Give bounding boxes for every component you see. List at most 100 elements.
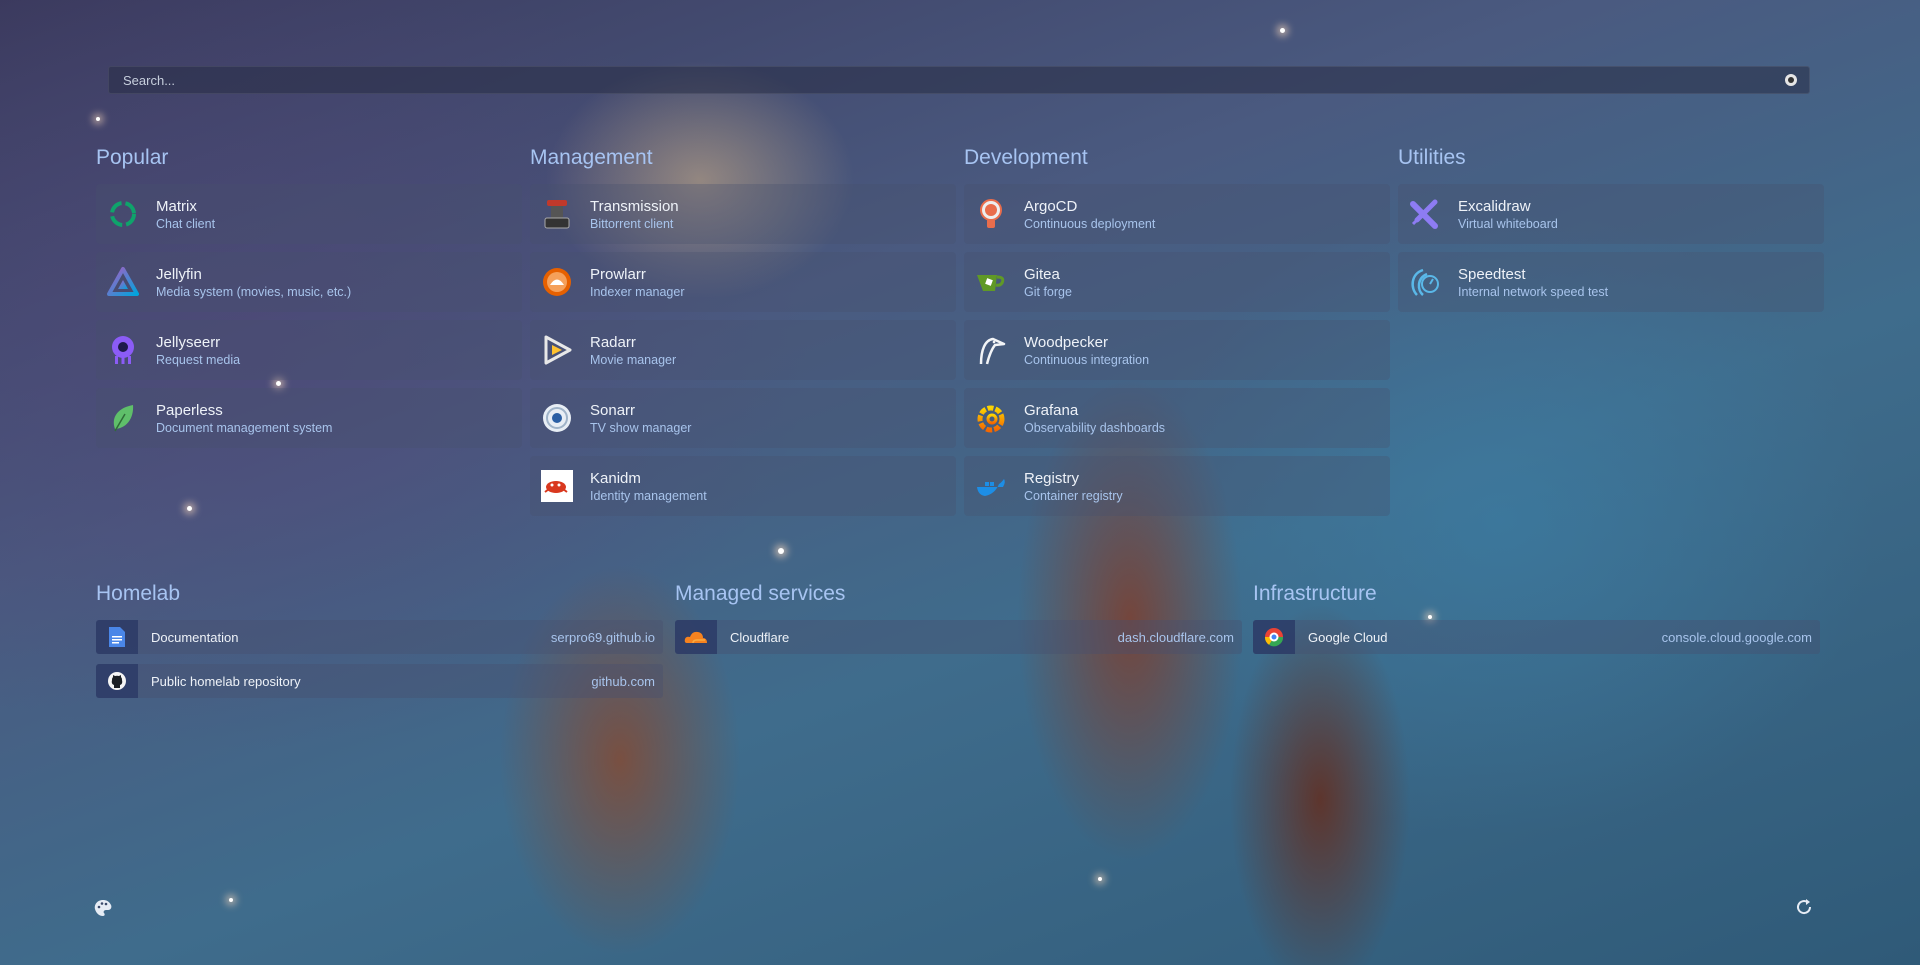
background-star <box>778 548 784 554</box>
service-name: Jellyseerr <box>156 333 221 351</box>
jellyseerr-icon <box>106 333 140 367</box>
service-name: Prowlarr <box>590 265 646 283</box>
prowlarr-icon <box>540 265 574 299</box>
palette-icon[interactable] <box>93 898 113 918</box>
group-title: Managed services <box>675 582 846 605</box>
service-description: Virtual whiteboard <box>1458 216 1558 231</box>
background-star <box>96 117 100 121</box>
service-description: Continuous deployment <box>1024 216 1156 231</box>
transmission-icon <box>540 197 574 231</box>
speedtest-icon <box>1408 265 1442 299</box>
service-name: Matrix <box>156 197 197 215</box>
service-grafana[interactable]: Grafana Observability dashboards <box>964 388 1390 448</box>
docker-registry-icon <box>974 469 1008 503</box>
service-transmission[interactable]: Transmission Bittorrent client <box>530 184 956 244</box>
service-registry[interactable]: Registry Container registry <box>964 456 1390 516</box>
woodpecker-icon <box>974 333 1008 367</box>
group-utilities: Utilities Excalidraw Virtual whiteboard … <box>1398 146 1824 320</box>
service-description: TV show manager <box>590 420 692 435</box>
service-description: Document management system <box>156 420 333 435</box>
sonarr-icon <box>540 401 574 435</box>
refresh-icon[interactable] <box>1794 897 1814 917</box>
bookmark-label: Cloudflare <box>730 629 790 645</box>
service-name: ArgoCD <box>1024 197 1078 215</box>
service-gitea[interactable]: Gitea Git forge <box>964 252 1390 312</box>
argocd-icon <box>974 197 1008 231</box>
service-kanidm[interactable]: Kanidm Identity management <box>530 456 956 516</box>
service-name: Sonarr <box>590 401 636 419</box>
service-excalidraw[interactable]: Excalidraw Virtual whiteboard <box>1398 184 1824 244</box>
service-description: Identity management <box>590 488 707 503</box>
service-description: Continuous integration <box>1024 352 1150 367</box>
service-speedtest[interactable]: Speedtest Internal network speed test <box>1398 252 1824 312</box>
search-bar[interactable] <box>108 66 1810 94</box>
service-paperless[interactable]: Paperless Document management system <box>96 388 522 448</box>
service-name: Woodpecker <box>1024 333 1108 351</box>
bookmark-url: console.cloud.google.com <box>1661 629 1812 645</box>
bookmark-url: dash.cloudflare.com <box>1117 629 1234 645</box>
search-input[interactable] <box>121 71 1785 89</box>
background-star <box>229 898 233 902</box>
bookmark-google-cloud[interactable]: Google Cloud console.cloud.google.com <box>1253 620 1820 654</box>
bookmark-cloudflare[interactable]: Cloudflare dash.cloudflare.com <box>675 620 1242 654</box>
grafana-icon <box>974 401 1008 435</box>
service-name: Kanidm <box>590 469 641 487</box>
service-name: Gitea <box>1024 265 1060 283</box>
service-description: Observability dashboards <box>1024 420 1166 435</box>
service-jellyseerr[interactable]: Jellyseerr Request media <box>96 320 522 380</box>
service-name: Grafana <box>1024 401 1079 419</box>
group-title: Popular <box>96 146 169 169</box>
kanidm-icon <box>540 469 574 503</box>
group-title: Utilities <box>1398 146 1466 169</box>
service-name: Excalidraw <box>1458 197 1531 215</box>
service-radarr[interactable]: Radarr Movie manager <box>530 320 956 380</box>
service-description: Git forge <box>1024 284 1072 299</box>
paperless-icon <box>106 401 140 435</box>
service-prowlarr[interactable]: Prowlarr Indexer manager <box>530 252 956 312</box>
background-star <box>1098 877 1102 881</box>
search-engine-icon[interactable] <box>1785 74 1797 86</box>
bookmark-group-managed-services: Managed services Cloudflare dash.cloudfl… <box>675 582 1242 664</box>
gitea-icon <box>974 265 1008 299</box>
service-matrix[interactable]: Matrix Chat client <box>96 184 522 244</box>
service-argocd[interactable]: ArgoCD Continuous deployment <box>964 184 1390 244</box>
cloudflare-icon <box>675 620 717 654</box>
document-icon <box>96 620 138 654</box>
group-development: Development ArgoCD Continuous deployment… <box>964 146 1390 524</box>
service-description: Container registry <box>1024 488 1123 503</box>
group-title: Management <box>530 146 653 169</box>
group-title: Homelab <box>96 582 181 605</box>
group-popular: Popular Matrix Chat client Jellyfin Medi… <box>96 146 522 456</box>
group-title: Development <box>964 146 1088 169</box>
service-name: Radarr <box>590 333 636 351</box>
service-description: Indexer manager <box>590 284 685 299</box>
bookmark-documentation[interactable]: Documentation serpro69.github.io <box>96 620 663 654</box>
bookmark-public-homelab-repository[interactable]: Public homelab repository github.com <box>96 664 663 698</box>
matrix-icon <box>106 197 140 231</box>
bookmark-url: github.com <box>591 673 655 689</box>
service-woodpecker[interactable]: Woodpecker Continuous integration <box>964 320 1390 380</box>
service-name: Registry <box>1024 469 1080 487</box>
group-management: Management Transmission Bittorrent clien… <box>530 146 956 524</box>
background-star <box>187 506 192 511</box>
service-description: Request media <box>156 352 241 367</box>
bookmark-label: Documentation <box>151 629 239 645</box>
service-description: Movie manager <box>590 352 677 367</box>
service-sonarr[interactable]: Sonarr TV show manager <box>530 388 956 448</box>
service-description: Bittorrent client <box>590 216 674 231</box>
service-name: Paperless <box>156 401 223 419</box>
bookmark-label: Public homelab repository <box>151 673 301 689</box>
group-title: Infrastructure <box>1253 582 1377 605</box>
service-jellyfin[interactable]: Jellyfin Media system (movies, music, et… <box>96 252 522 312</box>
bookmark-group-infrastructure: Infrastructure Google Cloud console.clou… <box>1253 582 1820 664</box>
google-cloud-icon <box>1253 620 1295 654</box>
service-description: Chat client <box>156 216 216 231</box>
service-description: Internal network speed test <box>1458 284 1609 299</box>
github-icon <box>96 664 138 698</box>
bookmark-group-homelab: Homelab Documentation serpro69.github.io… <box>96 582 663 708</box>
background-star <box>1280 28 1285 33</box>
service-name: Transmission <box>590 197 679 215</box>
excalidraw-icon <box>1408 197 1442 231</box>
bookmark-label: Google Cloud <box>1308 629 1388 645</box>
service-name: Speedtest <box>1458 265 1526 283</box>
